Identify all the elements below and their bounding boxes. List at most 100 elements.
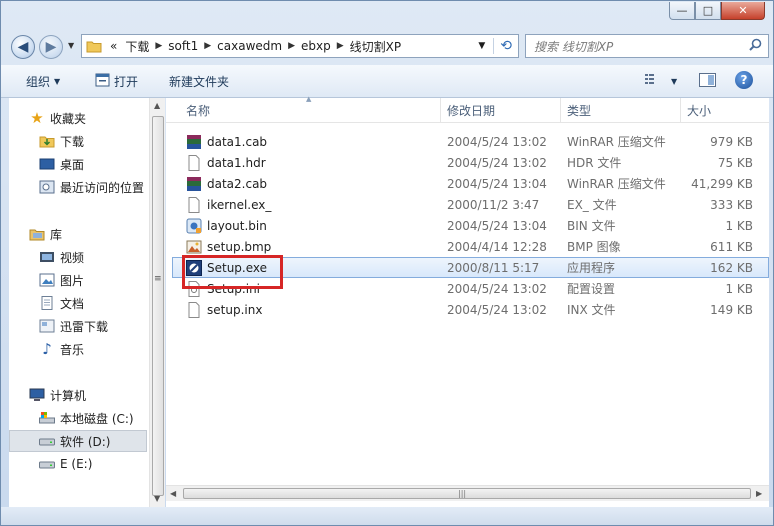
breadcrumb-current[interactable]: 线切割XP	[346, 38, 405, 55]
search-input[interactable]: 搜索 线切割XP	[525, 34, 769, 58]
column-header-name[interactable]: 名称	[180, 98, 441, 122]
scroll-right-icon[interactable]: ▶	[756, 489, 762, 498]
column-header-size[interactable]: 大小	[681, 98, 761, 122]
file-name: layout.bin	[207, 218, 267, 233]
open-button[interactable]: 打开	[95, 73, 138, 90]
nav-pictures[interactable]: 图片	[39, 269, 84, 291]
help-button[interactable]: ?	[735, 71, 753, 89]
nav-label: 视频	[60, 250, 85, 265]
breadcrumb-arrow-icon[interactable]: ▶	[335, 41, 346, 51]
open-label: 打开	[114, 75, 139, 89]
maximize-button[interactable]: □	[695, 2, 721, 20]
nav-label: E (E:)	[60, 457, 93, 471]
breadcrumb-overflow[interactable]: «	[106, 39, 121, 53]
nav-videos[interactable]: 视频	[39, 246, 84, 268]
nav-libraries[interactable]: 库	[29, 223, 62, 245]
nav-label: 迅雷下载	[60, 319, 109, 334]
file-date: 2004/5/24 13:02	[447, 134, 547, 149]
file-list: ▲ 名称 修改日期 类型 大小 data1.cab 2004/5/24 13:0…	[166, 95, 769, 507]
nav-downloads[interactable]: 下载	[39, 130, 84, 152]
file-row[interactable]: data1.hdr 2004/5/24 13:02 HDR 文件 75 KB	[172, 152, 769, 173]
scrollbar-thumb[interactable]	[152, 116, 164, 496]
scroll-down-icon[interactable]: ▼	[154, 494, 160, 503]
file-name: ikernel.ex_	[207, 197, 272, 212]
breadcrumb-arrow-icon[interactable]: ▶	[202, 41, 213, 51]
file-type: BMP 图像	[567, 240, 621, 254]
breadcrumb-arrow-icon[interactable]: ▶	[286, 41, 297, 51]
file-date: 2004/5/24 13:02	[447, 281, 547, 296]
scrollbar-grip-icon: |||	[458, 489, 467, 498]
new-folder-label: 新建文件夹	[169, 75, 230, 89]
breadcrumb-downloads[interactable]: 下载	[121, 38, 153, 55]
file-name-cell: setup.bmp	[186, 236, 271, 257]
scroll-up-icon[interactable]: ▲	[154, 101, 160, 110]
file-type: EX_ 文件	[567, 198, 617, 212]
computer-icon	[29, 387, 45, 403]
file-row[interactable]: setup.inx 2004/5/24 13:02 INX 文件 149 KB	[172, 299, 769, 320]
nav-favorites[interactable]: ★ 收藏夹	[29, 107, 86, 129]
file-row[interactable]: setup.bmp 2004/4/14 12:28 BMP 图像 611 KB	[172, 236, 769, 257]
nav-label: 下载	[60, 134, 85, 149]
back-arrow-icon: ◀	[17, 39, 29, 55]
file-size: 75 KB	[717, 155, 753, 170]
minimize-button[interactable]: —	[669, 2, 695, 20]
scroll-left-icon[interactable]: ◀	[170, 489, 176, 498]
nav-xunlei-downloads[interactable]: 迅雷下载	[39, 315, 108, 337]
file-type: HDR 文件	[567, 156, 622, 170]
file-name: data2.cab	[207, 176, 268, 191]
chevron-down-icon: ▼	[54, 77, 61, 86]
file-row[interactable]: ikernel.ex_ 2000/11/2 3:47 EX_ 文件 333 KB	[172, 194, 769, 215]
close-button[interactable]: ✕	[721, 2, 765, 20]
file-type: BIN 文件	[567, 219, 616, 233]
nav-documents[interactable]: 文档	[39, 292, 84, 314]
folder-icon	[39, 318, 55, 334]
blank-file-icon	[186, 154, 202, 171]
nav-drive-e[interactable]: E (E:)	[39, 453, 92, 475]
nav-music[interactable]: ♪ 音乐	[39, 338, 84, 360]
nav-desktop[interactable]: 桌面	[39, 153, 84, 175]
file-row[interactable]: data2.cab 2004/5/24 13:04 WinRAR 压缩文件 41…	[172, 173, 769, 194]
address-row: ◀ ▶ ▼ « 下载 ▶ soft1 ▶ caxawedm ▶ ebxp ▶ 线…	[1, 29, 773, 63]
forward-arrow-icon: ▶	[45, 39, 57, 55]
refresh-icon[interactable]: ⟲	[493, 38, 518, 54]
column-header-date[interactable]: 修改日期	[441, 98, 561, 122]
file-row[interactable]: data1.cab 2004/5/24 13:02 WinRAR 压缩文件 97…	[172, 131, 769, 152]
details-pane	[1, 507, 773, 525]
address-bar-controls: ▼ ⟲	[470, 35, 518, 57]
file-size: 41,299 KB	[691, 176, 753, 191]
new-folder-button[interactable]: 新建文件夹	[169, 73, 229, 90]
column-header-type[interactable]: 类型	[561, 98, 681, 122]
navigation-scrollbar[interactable]: ▲ ≡ ▼	[149, 98, 165, 507]
horizontal-scrollbar[interactable]: ◀ ||| ▶	[166, 485, 769, 501]
nav-computer[interactable]: 计算机	[29, 384, 86, 406]
preview-pane-button[interactable]	[699, 73, 716, 90]
file-name: data1.cab	[207, 134, 268, 149]
file-size: 1 KB	[725, 281, 753, 296]
organize-button[interactable]: 组织 ▼	[26, 73, 60, 90]
breadcrumb-soft1[interactable]: soft1	[164, 39, 202, 53]
nav-drive-c[interactable]: 本地磁盘 (C:)	[39, 407, 134, 429]
address-bar[interactable]: « 下载 ▶ soft1 ▶ caxawedm ▶ ebxp ▶ 线切割XP ▼…	[81, 34, 519, 58]
view-options-button[interactable]: ▼	[645, 73, 677, 89]
file-name-cell: setup.inx	[186, 299, 262, 320]
recent-pages-dropdown-icon[interactable]: ▼	[68, 41, 74, 50]
file-size: 979 KB	[710, 134, 753, 149]
address-dropdown-icon[interactable]: ▼	[470, 41, 493, 51]
file-type: WinRAR 压缩文件	[567, 177, 666, 191]
file-name-cell: data1.hdr	[186, 152, 266, 173]
breadcrumb-arrow-icon[interactable]: ▶	[153, 41, 164, 51]
nav-drive-d[interactable]: 软件 (D:)	[9, 430, 147, 452]
breadcrumb-caxawedm[interactable]: caxawedm	[213, 39, 286, 53]
breadcrumb-ebxp[interactable]: ebxp	[297, 39, 335, 53]
file-date: 2004/5/24 13:04	[447, 218, 547, 233]
file-row[interactable]: layout.bin 2004/5/24 13:04 BIN 文件 1 KB	[172, 215, 769, 236]
nav-recent-places[interactable]: 最近访问的位置	[39, 176, 144, 198]
file-type: WinRAR 压缩文件	[567, 135, 666, 149]
scrollbar-thumb[interactable]	[183, 488, 751, 499]
documents-icon	[39, 295, 55, 311]
forward-button[interactable]: ▶	[39, 35, 63, 59]
search-icon[interactable]	[749, 38, 762, 55]
file-date: 2004/5/24 13:02	[447, 302, 547, 317]
back-button[interactable]: ◀	[11, 35, 35, 59]
organize-label: 组织	[26, 75, 51, 89]
